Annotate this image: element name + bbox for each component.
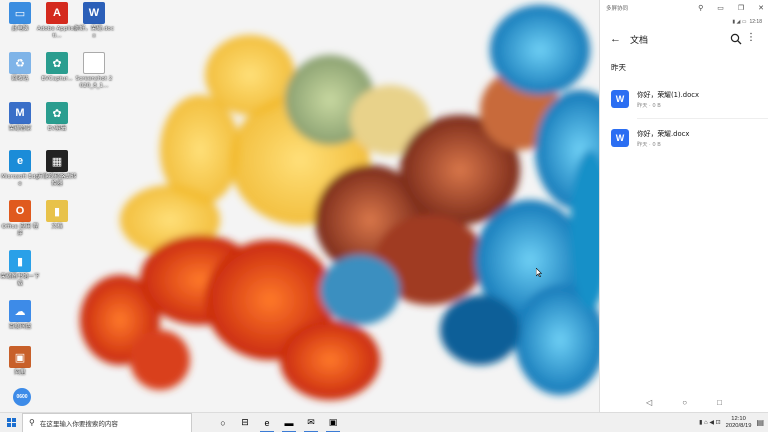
taskbar-task-view-icon[interactable]: ○ xyxy=(212,413,234,432)
more-options-icon[interactable]: ⋮ xyxy=(746,32,756,43)
desktop-icon-label: 文档 xyxy=(51,224,63,230)
desktop-icon-image: ▮ xyxy=(9,250,31,272)
pin-icon[interactable]: ⚲ xyxy=(698,4,703,12)
app-title: 文档 xyxy=(630,35,649,46)
search-icon: ⚲ xyxy=(29,418,35,427)
status-time: 12:18 xyxy=(749,19,762,25)
taskbar-phone-link-icon[interactable]: ▣ xyxy=(322,413,344,432)
file-name: 你好，荣耀.docx xyxy=(637,129,690,138)
phone-nav-bar: ◁ ○ □ xyxy=(600,392,768,412)
file-row[interactable]: W 你好，荣耀.docx 昨天 · 0 B xyxy=(611,118,768,156)
desktop-icon-image: ☁ xyxy=(9,300,31,322)
desktop-icon-image: M xyxy=(9,102,31,124)
desktop-icon-label: 阿里 xyxy=(14,370,26,376)
file-info: 昨天 · 0 B xyxy=(637,141,661,148)
desktop-icon-label: Microsoft Edge xyxy=(1,174,39,187)
back-arrow-icon[interactable]: ← xyxy=(610,33,624,45)
desktop-icon-label: 回收站 xyxy=(11,76,29,82)
desktop-icon[interactable]: Screenshot 2020_8_1... xyxy=(74,52,114,89)
app-bar: ← 文档 ⋮ xyxy=(600,28,768,50)
desktop-icon[interactable]: O Office 应用 程序 xyxy=(0,200,40,237)
desktop-icon[interactable]: A Adobe Applicati... xyxy=(37,2,77,39)
badge-icon: 0600 xyxy=(13,388,31,406)
search-icon[interactable] xyxy=(730,33,742,45)
section-header: 昨天 xyxy=(611,63,626,72)
desktop-icon[interactable]: ▣ 阿里 xyxy=(0,346,40,377)
desktop-icon-image: A xyxy=(46,2,68,24)
desktop-icon-label: EV剪辑 xyxy=(47,126,67,132)
tray-icons[interactable]: ▮ ⌂ ◀ ⊡ xyxy=(699,419,721,426)
desktop-badge[interactable]: 0600 xyxy=(2,388,42,408)
word-doc-icon: W xyxy=(611,90,629,108)
taskbar-search-input[interactable]: ⚲ 在这里输入你要搜索的内容 xyxy=(22,412,192,432)
phone-mirror-window: 多屏协同 ⚲ ▭ ❐ ✕ ▮ ◢ ▭ 12:18 ← 文档 ⋮ 昨天 W 你好，… xyxy=(599,0,768,412)
start-button[interactable] xyxy=(0,413,22,432)
taskbar-mail-icon[interactable]: ✉ xyxy=(300,413,322,432)
taskbar-apps: ○ ⊟ e ▬ ✉ ▣ xyxy=(212,413,344,432)
desktop-icon-image xyxy=(83,52,105,74)
maximize-icon[interactable]: ❐ xyxy=(738,4,744,12)
desktop-icon[interactable]: ✿ EV剪辑 xyxy=(37,102,77,133)
desktop-icon-label: Adobe Applicati... xyxy=(37,26,78,39)
phone-status-bar: ▮ ◢ ▭ 12:18 xyxy=(600,16,768,28)
desktop-icon[interactable]: e Microsoft Edge xyxy=(0,150,40,187)
desktop-icon-image: ▣ xyxy=(9,346,31,368)
desktop-icon-image: e xyxy=(9,150,31,172)
desktop-icon-label: 百度网盘 xyxy=(8,324,32,330)
system-tray: ▮ ⌂ ◀ ⊡ 12:10 2020/8/19 ▤ xyxy=(699,416,768,430)
desktop-icon-label: EVCaptur... xyxy=(41,76,73,82)
desktop-icon-image: ✿ xyxy=(46,52,68,74)
desktop-icon-image: ✿ xyxy=(46,102,68,124)
desktop-icon-label: 荣耀图书馆一下载 xyxy=(0,274,40,287)
desktop-icon-label: 万能视频格式转换器 xyxy=(37,174,77,187)
desktop-icon-label: 荣耀管家 xyxy=(8,126,32,132)
clock-time: 12:10 xyxy=(731,415,746,422)
status-icons: ▮ ◢ ▭ xyxy=(732,19,747,25)
notification-icon[interactable]: ▤ xyxy=(756,418,764,427)
desktop-icon-label: 你好，荣耀.docx xyxy=(74,26,114,39)
word-doc-icon: W xyxy=(611,128,629,147)
minimize-icon[interactable]: ▭ xyxy=(717,4,724,12)
desktop-icon[interactable]: ▮ 文档 xyxy=(37,200,77,231)
clock-date: 2020/8/19 xyxy=(725,422,752,429)
desktop-icon[interactable]: ✿ EVCaptur... xyxy=(37,52,77,83)
desktop-icon-image: ▭ xyxy=(9,2,31,24)
window-title: 多屏协同 xyxy=(606,6,629,12)
file-list: W 你好，荣耀(1).docx 昨天 · 0 B W 你好，荣耀.docx 昨天… xyxy=(600,80,768,156)
nav-home-icon[interactable]: ○ xyxy=(682,398,687,407)
file-info: 昨天 · 0 B xyxy=(637,103,661,109)
desktop-icon-label: 此电脑 xyxy=(11,26,29,32)
desktop-icon-label: Office 应用 程序 xyxy=(1,224,39,237)
desktop-icon[interactable]: ▦ 万能视频格式转换器 xyxy=(37,150,77,187)
desktop-icon-image: ▦ xyxy=(46,150,68,172)
desktop-icon-image: ▮ xyxy=(46,200,68,222)
desktop-icon-image: ♻ xyxy=(9,52,31,74)
desktop-icon[interactable]: ▭ 此电脑 xyxy=(0,2,40,33)
taskbar-widgets-icon[interactable]: ⊟ xyxy=(234,413,256,432)
windows-logo-icon xyxy=(6,418,16,427)
taskbar-edge-icon[interactable]: e xyxy=(256,413,278,432)
desktop-icon-image: O xyxy=(9,200,31,222)
desktop-icon[interactable]: M 荣耀管家 xyxy=(0,102,40,133)
file-name: 你好，荣耀(1).docx xyxy=(637,91,700,99)
file-row[interactable]: W 你好，荣耀(1).docx 昨天 · 0 B xyxy=(611,80,768,118)
taskbar: ⚲ 在这里输入你要搜索的内容 ○ ⊟ e ▬ ✉ ▣ ▮ ⌂ ◀ ⊡ 12:10 2020… xyxy=(0,412,768,432)
search-placeholder: 在这里输入你要搜索的内容 xyxy=(39,419,118,428)
taskbar-file-explorer-icon[interactable]: ▬ xyxy=(278,413,300,432)
clock[interactable]: 12:10 2020/8/19 xyxy=(726,416,752,430)
window-title-bar: 多屏协同 ⚲ ▭ ❐ ✕ xyxy=(600,0,768,16)
nav-recents-icon[interactable]: □ xyxy=(717,398,722,407)
desktop-icon[interactable]: W 你好，荣耀.docx xyxy=(74,2,114,39)
close-icon[interactable]: ✕ xyxy=(758,4,764,12)
nav-back-icon[interactable]: ◁ xyxy=(646,398,652,407)
desktop-icon-label: Screenshot 2020_8_1... xyxy=(75,76,113,89)
desktop-icon[interactable]: ▮ 荣耀图书馆一下载 xyxy=(0,250,40,287)
desktop-icon-image: W xyxy=(83,2,105,24)
mouse-cursor-icon xyxy=(536,268,542,277)
desktop-icon[interactable]: ☁ 百度网盘 xyxy=(0,300,40,331)
desktop-icon[interactable]: ♻ 回收站 xyxy=(0,52,40,83)
